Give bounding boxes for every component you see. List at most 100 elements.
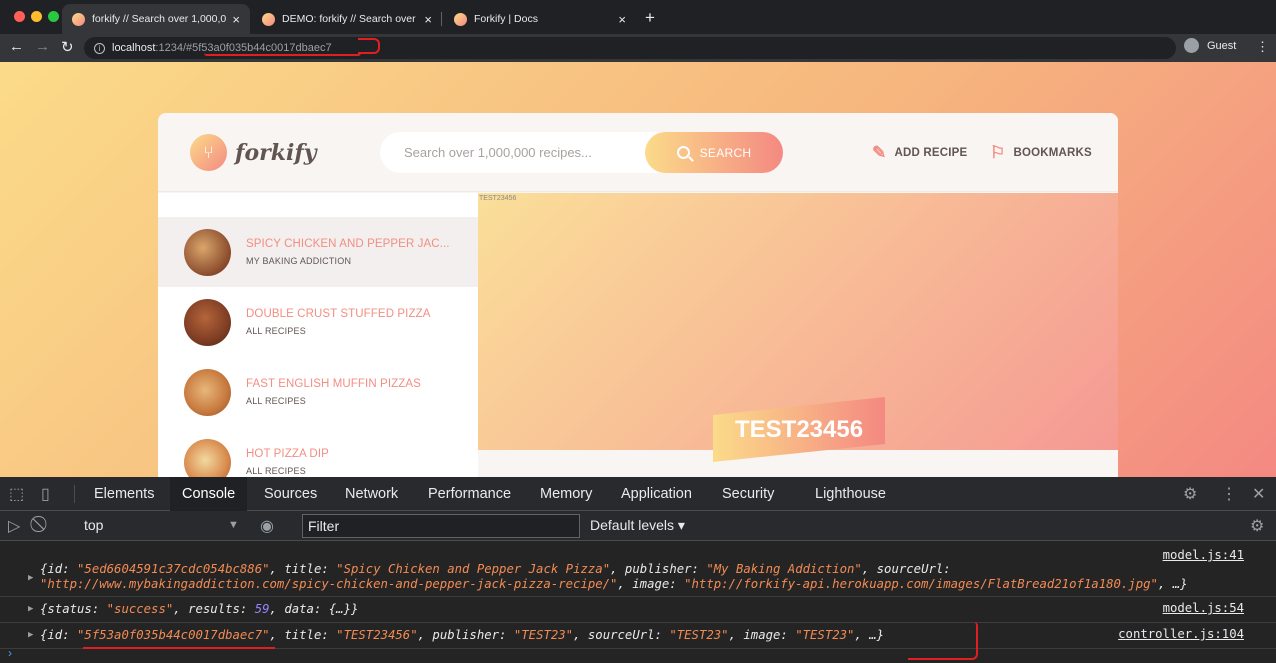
close-tab-icon[interactable]: × [232, 12, 240, 27]
result-title: HOT PIZZA DIP [246, 448, 329, 460]
search-results-list: SPICY CHICKEN AND PEPPER JAC... MY BAKIN… [158, 193, 478, 477]
reload-icon[interactable]: ↻ [61, 38, 74, 56]
more-options-icon[interactable]: ⋮ [1221, 484, 1237, 504]
tab-console[interactable]: Console [170, 477, 248, 511]
bookmarks-button[interactable]: ⚐ BOOKMARKS [990, 143, 1092, 163]
result-publisher: ALL RECIPES [246, 396, 306, 406]
back-arrow-icon[interactable]: ← [9, 38, 24, 55]
forkify-logo[interactable]: ⑂ forkify [190, 134, 317, 171]
recipe-thumbnail [184, 438, 231, 477]
recipe-thumbnail [184, 368, 231, 416]
bookmarks-label: BOOKMARKS [1013, 147, 1092, 159]
profile-label: Guest [1207, 39, 1237, 52]
settings-gear-icon[interactable]: ⚙ [1183, 484, 1197, 504]
sidebar-toggle-icon[interactable]: ▷ [8, 516, 20, 536]
browser-tab-docs[interactable]: Forkify | Docs × [444, 4, 636, 34]
result-publisher: MY BAKING ADDICTION [246, 256, 352, 266]
tab-performance[interactable]: Performance [420, 477, 519, 511]
search-form: Search over 1,000,000 recipes... SEARCH [380, 132, 783, 173]
browser-tab-forkify[interactable]: forkify // Search over 1,000,000 recipes… [62, 4, 250, 34]
console-prompt-icon[interactable]: › [8, 646, 12, 660]
recipe-thumbnail [184, 228, 231, 276]
recipe-thumbnail [184, 298, 231, 346]
browser-menu-icon[interactable]: ⋮ [1256, 39, 1269, 55]
result-publisher: ALL RECIPES [246, 326, 306, 336]
search-input[interactable]: Search over 1,000,000 recipes... [404, 145, 645, 160]
logo-wordmark: forkify [235, 139, 317, 166]
result-title: DOUBLE CRUST STUFFED PIZZA [246, 308, 431, 320]
console-log-entry: ▶ model.js:54 {status: "success", result… [0, 597, 1276, 623]
expand-arrow-icon[interactable]: ▶ [28, 573, 33, 583]
edit-icon: ✎ [872, 143, 887, 162]
devtools-panel: ⬚ ▯ Elements Console Sources Network Per… [0, 477, 1276, 663]
forkify-favicon-icon [262, 12, 275, 26]
log-message: {id: "5f53a0f035b44c0017dbaec7", title: … [40, 628, 885, 642]
profile-button[interactable]: Guest [1184, 38, 1236, 53]
address-host: localhost [112, 42, 156, 54]
url-annotation-hook [358, 38, 380, 54]
recipe-title-text: TEST23456 [734, 415, 864, 443]
expand-arrow-icon[interactable]: ▶ [28, 630, 33, 640]
console-log-entry: ▶ controller.js:104 {id: "5f53a0f035b44c… [0, 623, 1276, 649]
tab-title: Forkify | Docs [474, 13, 538, 25]
forkify-favicon-icon [454, 12, 467, 26]
tab-network[interactable]: Network [337, 477, 406, 511]
tab-memory[interactable]: Memory [532, 477, 600, 511]
device-toolbar-icon[interactable]: ▯ [41, 484, 50, 504]
console-settings-gear-icon[interactable]: ⚙ [1250, 516, 1264, 536]
tab-security[interactable]: Security [714, 477, 782, 511]
inspect-element-icon[interactable]: ⬚ [9, 484, 24, 504]
forkify-app-container: ⑂ forkify Search over 1,000,000 recipes.… [158, 113, 1118, 477]
close-tab-icon[interactable]: × [618, 12, 626, 27]
fork-knife-icon: ⑂ [190, 134, 227, 171]
avatar-icon [1184, 38, 1199, 53]
browser-toolbar: ← → ↻ i localhost:1234/#5f53a0f035b44c00… [0, 34, 1276, 62]
result-item[interactable]: FAST ENGLISH MUFFIN PIZZAS ALL RECIPES [158, 357, 478, 427]
result-publisher: ALL RECIPES [246, 466, 306, 476]
tab-title: DEMO: forkify // Search over 1,000,000 r… [282, 13, 418, 25]
forward-arrow-icon[interactable]: → [35, 38, 50, 55]
search-button-label: SEARCH [699, 145, 752, 160]
search-button[interactable]: SEARCH [645, 132, 783, 173]
context-selector[interactable]: top [84, 517, 103, 533]
console-toolbar: ▷ ⃠ top ▼ ◉ Filter Default levels ▾ ⚙ [0, 511, 1276, 541]
recipe-details [478, 450, 1118, 477]
forkify-favicon-icon [72, 12, 85, 26]
browser-tab-demo[interactable]: DEMO: forkify // Search over 1,000,000 r… [252, 4, 442, 34]
close-window-button[interactable] [14, 11, 25, 22]
new-tab-icon[interactable]: + [645, 8, 655, 28]
minimize-window-button[interactable] [31, 11, 42, 22]
log-message: {status: "success", results: 59, data: {… [40, 602, 359, 616]
tab-application[interactable]: Application [613, 477, 700, 511]
add-recipe-label: ADD RECIPE [894, 147, 968, 159]
bookmark-icon: ⚐ [990, 143, 1006, 162]
result-item[interactable]: DOUBLE CRUST STUFFED PIZZA ALL RECIPES [158, 287, 478, 357]
result-item[interactable]: SPICY CHICKEN AND PEPPER JAC... MY BAKIN… [158, 217, 478, 287]
browser-tab-strip: forkify // Search over 1,000,000 recipes… [0, 0, 1276, 34]
search-icon [676, 146, 690, 159]
add-recipe-button[interactable]: ✎ ADD RECIPE [872, 143, 967, 163]
url-annotation [204, 53, 361, 56]
console-filter-input[interactable]: Filter [302, 514, 580, 538]
chevron-down-icon[interactable]: ▼ [228, 519, 239, 531]
id-annotation [83, 647, 275, 649]
info-icon[interactable]: i [94, 42, 105, 54]
app-header: ⑂ forkify Search over 1,000,000 recipes.… [158, 113, 1118, 192]
live-expression-eye-icon[interactable]: ◉ [260, 516, 274, 536]
tab-elements[interactable]: Elements [86, 477, 162, 511]
broken-image-alt: TEST23456 [479, 195, 517, 202]
result-item[interactable]: HOT PIZZA DIP ALL RECIPES [158, 427, 478, 477]
maximize-window-button[interactable] [48, 11, 59, 22]
console-log-entry: ▶ model.js:41 {id: "5ed6604591c37cdc054b… [0, 541, 1276, 597]
result-title: SPICY CHICKEN AND PEPPER JAC... [246, 238, 450, 250]
tab-title: forkify // Search over 1,000,000 recipes [92, 13, 227, 25]
close-devtools-icon[interactable]: ✕ [1252, 484, 1265, 504]
expand-arrow-icon[interactable]: ▶ [28, 604, 33, 614]
log-levels-dropdown[interactable]: Default levels ▾ [590, 517, 685, 534]
tab-lighthouse[interactable]: Lighthouse [807, 477, 894, 511]
devtools-tab-bar: ⬚ ▯ Elements Console Sources Network Per… [0, 477, 1276, 511]
close-tab-icon[interactable]: × [424, 12, 432, 27]
tab-sources[interactable]: Sources [256, 477, 325, 511]
log-source-link[interactable]: model.js:41 [1163, 548, 1244, 562]
log-levels-label: Default levels [590, 517, 675, 533]
